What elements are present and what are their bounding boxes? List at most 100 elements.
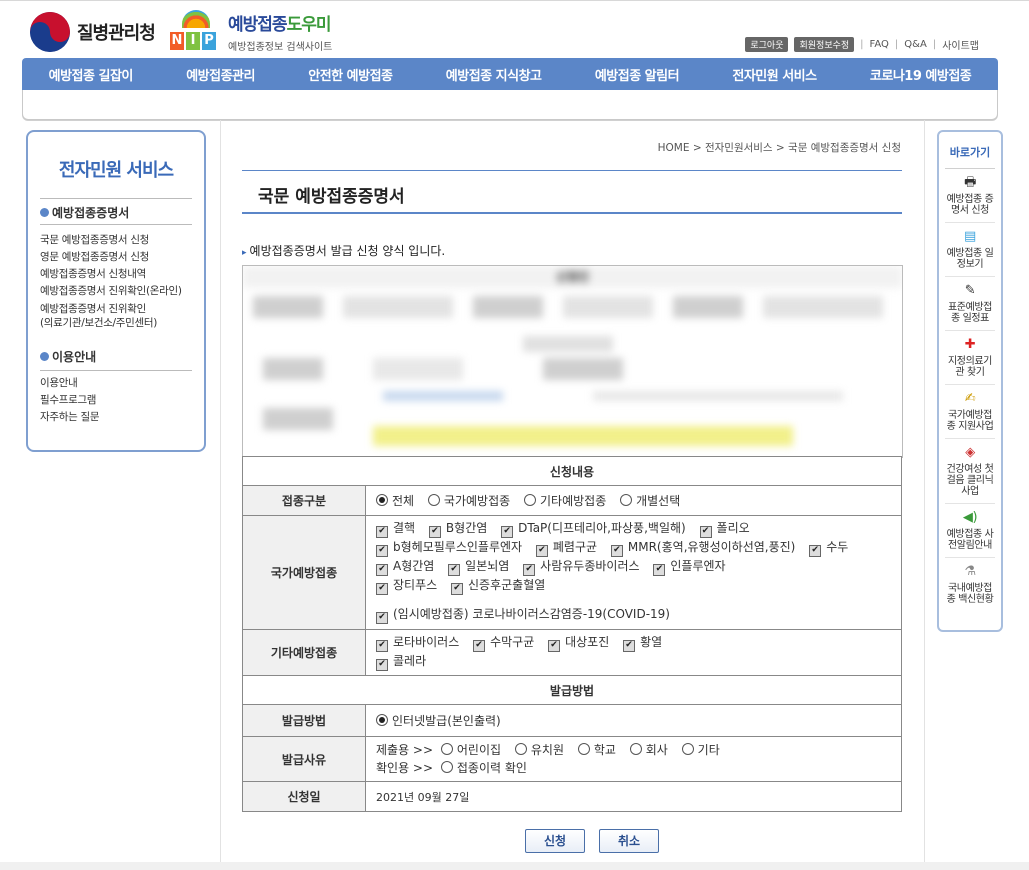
checkbox-meningococcal[interactable]: ✔ 수막구균 [473,635,535,652]
checkbox-label: A형간염 [393,559,435,573]
checkbox-label: 수막구균 [490,635,535,649]
radio-other-reason[interactable]: 기타 [681,743,720,757]
sidebar-item-verify-institution[interactable]: 예방접종증명서 진위확인 (의료기관/보건소/주민센터) [40,300,182,330]
checkbox-cholera[interactable]: ✔ 콜레라 [376,654,426,671]
nav-item-covid19[interactable]: 코로나19 예방접종 [870,65,972,84]
checkbox-pneumococcal[interactable]: ✔ 폐렴구균 [535,540,597,557]
issue-method-radios: 인터넷발급(본인출력) [365,704,902,737]
faq-link[interactable]: FAQ [870,39,889,50]
checkbox-yellow-fever[interactable]: ✔ 황열 [623,635,663,652]
checkbox-bcg[interactable]: ✔ 결핵 [376,521,415,538]
apply-date-label: 신청일 [242,781,366,812]
radio-company[interactable]: 회사 [629,743,668,757]
nav-item-notice[interactable]: 예방접종 알림터 [595,65,680,84]
main-nav: 예방접종 길잡이 예방접종관리 안전한 예방접종 예방접종 지식창고 예방접종 … [22,58,998,90]
radio-label: 국가예방접종 [443,494,511,508]
quick-item-notification[interactable]: ◀) 예방접종 사전알림안내 [945,504,995,558]
nip-subtitle: 예방접종정보 검색사이트 [228,42,333,53]
sitemap-link[interactable]: 사이트맵 [942,37,979,52]
radio-all[interactable]: 전체 [376,494,414,508]
checkbox-label: 신증후군출혈열 [468,578,546,592]
syringe-icon: ✎ [964,283,976,298]
checkbox-hfrs[interactable]: ✔ 신증후군출혈열 [451,578,546,595]
checkbox-je[interactable]: ✔ 일본뇌염 [448,559,510,576]
quick-item-support[interactable]: ✍ 국가예방접종 지원사업 [945,385,995,439]
sidebar-section-usage[interactable]: 이용안내 [40,348,96,365]
quick-item-cert-apply[interactable]: 🖶 예방접종 증명서 신청 [945,169,995,223]
checkbox-zoster[interactable]: ✔ 대상포진 [548,635,609,652]
checkbox-checked-icon: ✔ [473,640,486,652]
nav-item-safe[interactable]: 안전한 예방접종 [308,65,393,84]
checkbox-hpv[interactable]: ✔ 사람유두종바이러스 [523,559,640,576]
sidebar-item-faq[interactable]: 자주하는 질문 [40,409,100,426]
quick-item-women-clinic[interactable]: ◈ 건강여성 첫걸음 클리닉사업 [945,439,995,504]
quick-item-schedule[interactable]: ▤ 예방접종 일정보기 [945,223,995,277]
checkbox-rotavirus[interactable]: ✔ 로타바이러스 [376,635,459,652]
page-title: 국문 예방접종증명서 [258,187,405,207]
qna-link[interactable]: Q&A [904,39,927,50]
sidebar-item-english-cert[interactable]: 영문 예방접종증명서 신청 [40,249,182,266]
checkbox-hepb[interactable]: ✔ B형간염 [428,521,487,538]
sidebar-item-korean-cert[interactable]: 국문 예방접종증명서 신청 [40,232,182,249]
sidebar-item-verify-online[interactable]: 예방접종증명서 진위확인(온라인) [40,283,182,300]
checkbox-polio[interactable]: ✔ 폴리오 [699,521,750,538]
checkbox-checked-icon: ✔ [699,526,712,538]
quick-item-vaccine-status[interactable]: ⚗ 국내예방접종 백신현황 [945,558,995,611]
quick-item-standard-table[interactable]: ✎ 표준예방접종 일정표 [945,277,995,331]
checkbox-hib[interactable]: ✔ b형헤모필루스인플루엔자 [376,540,523,557]
applicant-info-blurred: 신청인 [242,265,903,458]
checkbox-mmr[interactable]: ✔ MMR(홍역,유행성이하선염,풍진) [610,540,795,557]
checkbox-label: 황열 [640,635,663,649]
sidebar-divider [40,370,192,371]
nav-item-knowledge[interactable]: 예방접종 지식창고 [446,65,542,84]
radio-school[interactable]: 학교 [577,743,616,757]
checkbox-label: 사람유두종바이러스 [540,559,640,573]
kdca-logo[interactable]: 질병관리청 [30,12,156,52]
checkbox-varicella[interactable]: ✔ 수두 [809,540,848,557]
radio-history-check[interactable]: 접종이력 확인 [440,761,527,775]
sidebar-item-usage[interactable]: 이용안내 [40,375,99,392]
nip-logo[interactable]: N I P 예방접종도우미 예방접종정보 검색사이트 [170,10,332,54]
nav-item-management[interactable]: 예방접종관리 [186,65,255,84]
checkbox-label: DTaP(디프테리아,파상풍,백일해) [518,521,686,535]
member-edit-button[interactable]: 회원정보수정 [794,37,855,52]
sidebar-section-certificate[interactable]: 예방접종증명서 [40,204,129,221]
logout-button[interactable]: 로그아웃 [745,37,789,52]
cancel-button[interactable]: 취소 [599,829,659,853]
quick-item-clinic-search[interactable]: ✚ 지정의료기관 찾기 [945,331,995,385]
checkbox-hepa[interactable]: ✔ A형간염 [376,559,435,576]
radio-label: 기타 [697,743,720,757]
checkbox-label: 폴리오 [716,521,750,535]
document-icon: ✍ [964,391,976,406]
checkbox-label: b형헤모필루스인플루엔자 [393,540,523,554]
nav-item-e-civil[interactable]: 전자민원 서비스 [732,65,817,84]
sidebar-item-history[interactable]: 예방접종증명서 신청내역 [40,266,182,283]
radio-icon [514,743,527,755]
printer-icon: 🖶 [964,175,976,190]
radio-individual[interactable]: 개별선택 [620,494,680,508]
sidebar-item-programs[interactable]: 필수프로그램 [40,392,99,409]
nav-item-guide[interactable]: 예방접종 길잡이 [49,65,134,84]
radio-national[interactable]: 국가예방접종 [427,494,511,508]
vial-icon: ⚗ [964,564,976,579]
radio-icon [577,743,590,755]
radio-other[interactable]: 기타예방접종 [524,494,606,508]
quick-item-label: 국내예방접종 백신현황 [946,583,994,605]
vacc-type-label: 접종구분 [242,485,366,516]
checkbox-label: 일본뇌염 [465,559,510,573]
radio-internet-issue[interactable]: 인터넷발급(본인출력) [376,714,501,728]
checkbox-dtap[interactable]: ✔ DTaP(디프테리아,파상풍,백일해) [501,521,686,538]
sidebar-item-verify-line2: (의료기관/보건소/주민센터) [40,317,158,329]
util-separator: | [894,39,899,50]
radio-daycare[interactable]: 어린이집 [440,743,501,757]
checkbox-typhoid[interactable]: ✔ 장티푸스 [376,578,437,595]
checkbox-influenza[interactable]: ✔ 인플루엔자 [653,559,726,576]
checkbox-checked-icon: ✔ [535,545,548,557]
title-rule-top [242,170,902,171]
nip-title: 예방접종도우미 [228,10,332,35]
checkbox-covid19[interactable]: ✔ (임시예방접종) 코로나바이러스감염증-19(COVID-19) [376,607,670,624]
radio-label: 회사 [645,743,668,757]
speaker-icon: ◀) [962,510,978,525]
apply-button[interactable]: 신청 [525,829,585,853]
radio-kindergarten[interactable]: 유치원 [514,743,564,757]
